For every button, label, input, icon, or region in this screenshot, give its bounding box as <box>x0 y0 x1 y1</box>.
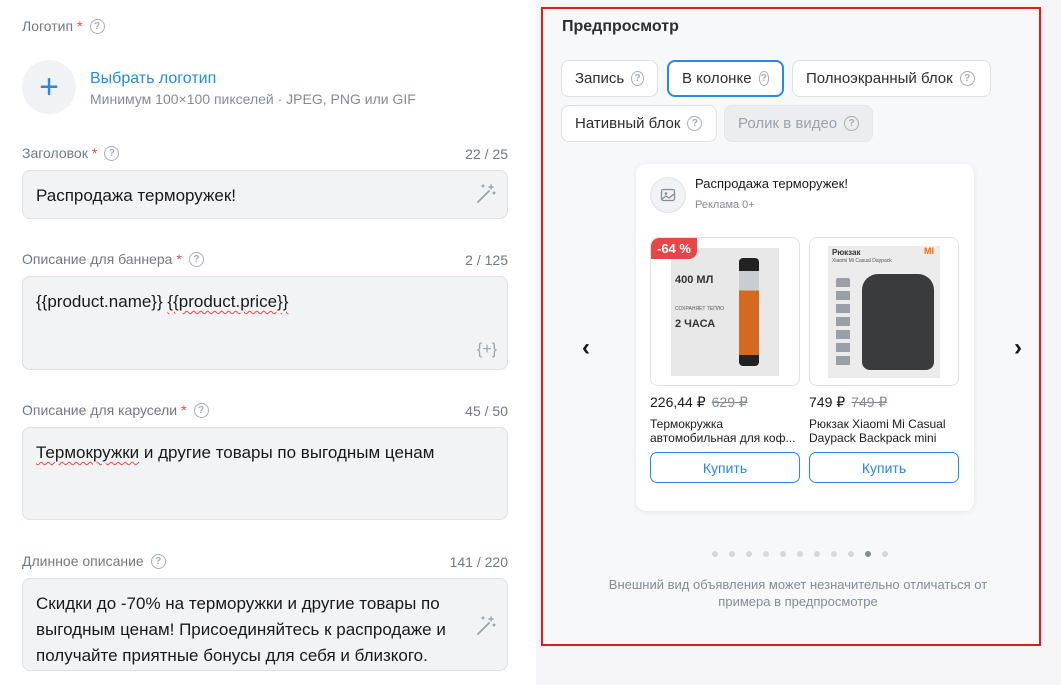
help-icon[interactable]: ? <box>687 116 703 131</box>
preview-disclaimer: Внешний вид объявления может незначитель… <box>608 577 988 609</box>
required-mark: * <box>77 18 83 34</box>
long-description-counter: 141 / 220 <box>449 554 508 570</box>
price-row: 226,44 ₽629 ₽ <box>650 394 748 410</box>
tab-format-native[interactable]: Нативный блок? <box>561 105 717 142</box>
add-logo-button[interactable]: + <box>22 60 76 114</box>
help-icon[interactable]: ? <box>150 553 166 569</box>
pagination-dot[interactable] <box>712 551 718 557</box>
product-card[interactable]: 400 МЛ СОХРАНЯЕТ ТЕПЛО 2 ЧАСА -64 % 226,… <box>650 237 800 483</box>
product-image[interactable]: 400 МЛ СОХРАНЯЕТ ТЕПЛО 2 ЧАСА -64 % <box>650 237 800 386</box>
headline-counter: 22 / 25 <box>465 146 508 162</box>
pagination-dot[interactable] <box>814 551 820 557</box>
pagination-dot[interactable] <box>797 551 803 557</box>
ad-title: Распродажа терморужек! <box>695 176 848 191</box>
pagination-dot[interactable] <box>763 551 769 557</box>
choose-logo-link[interactable]: Выбрать логотип <box>90 70 216 88</box>
thermos-mug-shape <box>739 258 759 366</box>
required-mark: * <box>91 145 98 161</box>
help-icon[interactable]: ? <box>188 251 204 267</box>
logo-hint: Минимум 100×100 пикселей · JPEG, PNG или… <box>90 91 416 107</box>
headline-input[interactable]: Распродажа терморужек! <box>22 170 508 219</box>
pagination-dot[interactable] <box>865 551 871 557</box>
carousel-next-icon[interactable]: › <box>1014 334 1022 362</box>
price-row: 749 ₽749 ₽ <box>809 394 888 410</box>
tab-format-post[interactable]: Запись? <box>561 60 658 97</box>
carousel-description-counter: 45 / 50 <box>465 403 508 419</box>
product-photo-bg <box>671 248 779 376</box>
help-icon: ? <box>844 116 859 131</box>
required-mark: * <box>181 402 187 418</box>
preview-title: Предпросмотр <box>562 18 679 35</box>
pagination-dot[interactable] <box>780 551 786 557</box>
help-icon[interactable]: ? <box>758 71 769 86</box>
product-image[interactable]: Рюкзак Xiaomi Mi Casual Daypack MI <box>809 237 959 386</box>
ad-form: Логотип * ? + Выбрать логотип Минимум 10… <box>0 0 536 685</box>
backpack-shape <box>862 274 934 370</box>
carousel-description-label: Описание для карусели * ? <box>22 402 209 418</box>
product-card[interactable]: Рюкзак Xiaomi Mi Casual Daypack MI 749 ₽… <box>809 237 959 483</box>
banner-description-label: Описание для баннера * ? <box>22 251 204 267</box>
plus-icon: + <box>39 68 59 106</box>
product-name: Термокружка автомобильная для коф... <box>650 417 796 445</box>
help-icon[interactable]: ? <box>631 71 644 86</box>
carousel-pagination[interactable] <box>712 551 888 557</box>
long-description-label: Длинное описание ? <box>22 553 166 569</box>
logo-label: Логотип * ? <box>22 18 105 34</box>
carousel-description-input[interactable]: Термокружки и другие товары по выгодным … <box>22 427 508 520</box>
pagination-dot[interactable] <box>882 551 888 557</box>
ad-age-label: Реклама 0+ <box>695 199 755 211</box>
tab-format-fullscreen[interactable]: Полноэкранный блок? <box>792 60 991 97</box>
required-mark: * <box>176 251 182 267</box>
pagination-dot[interactable] <box>746 551 752 557</box>
tab-format-column[interactable]: В колонке? <box>667 60 784 97</box>
ad-preview-card: Распродажа терморужек! Реклама 0+ 400 МЛ… <box>636 164 974 511</box>
insert-variable-icon[interactable]: {+} <box>477 337 497 363</box>
buy-button[interactable]: Купить <box>809 452 959 483</box>
help-icon[interactable]: ? <box>193 402 209 418</box>
banner-description-input[interactable]: {{product.name}} {{product.price}} {+} <box>22 276 508 370</box>
pagination-dot[interactable] <box>831 551 837 557</box>
discount-badge: -64 % <box>651 238 697 259</box>
pagination-dot[interactable] <box>729 551 735 557</box>
pagination-dot[interactable] <box>848 551 854 557</box>
long-description-input[interactable]: Скидки до -70% на терморужки и другие то… <box>22 578 508 671</box>
magic-wand-icon[interactable] <box>475 183 497 212</box>
headline-label: Заголовок * ? <box>22 145 120 161</box>
feature-icons-column <box>836 278 850 368</box>
carousel-prev-icon[interactable]: ‹ <box>582 334 590 362</box>
magic-wand-icon[interactable] <box>475 615 497 644</box>
buy-button[interactable]: Купить <box>650 452 800 483</box>
tab-format-video: Ролик в видео? <box>724 105 873 142</box>
banner-description-counter: 2 / 125 <box>465 252 508 268</box>
image-icon <box>650 177 686 213</box>
help-icon[interactable]: ? <box>104 145 120 161</box>
product-name: Рюкзак Xiaomi Mi Casual Daypack Backpack… <box>809 417 946 445</box>
help-icon[interactable]: ? <box>959 71 975 86</box>
help-icon[interactable]: ? <box>89 18 105 34</box>
